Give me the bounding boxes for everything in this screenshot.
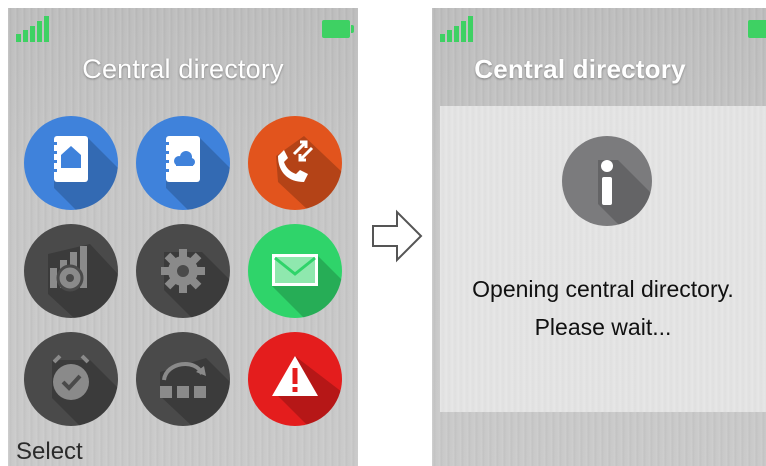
info-icon bbox=[562, 136, 652, 226]
softkey-select[interactable]: Select bbox=[16, 438, 83, 466]
loading-dialog: Opening central directory. Please wait..… bbox=[440, 106, 766, 412]
phone-screen-menu: Central directory Select bbox=[8, 8, 358, 466]
app-messages[interactable] bbox=[248, 224, 342, 318]
phonebook-cloud-icon bbox=[164, 136, 230, 210]
signal-strength-icon bbox=[16, 16, 49, 42]
app-grid bbox=[8, 112, 358, 426]
battery-icon bbox=[322, 20, 354, 38]
app-alerts[interactable] bbox=[248, 332, 342, 426]
warning-triangle-icon bbox=[272, 356, 342, 426]
signal-gear-icon bbox=[48, 244, 118, 318]
signal-strength-icon bbox=[440, 16, 473, 42]
app-settings[interactable] bbox=[136, 224, 230, 318]
alarm-clock-check-icon bbox=[52, 354, 118, 426]
battery-icon bbox=[748, 20, 766, 38]
screen-title: Central directory bbox=[82, 54, 284, 84]
app-alarm[interactable] bbox=[24, 332, 118, 426]
app-connections[interactable] bbox=[24, 224, 118, 318]
dialog-message-line-1: Opening central directory. bbox=[472, 276, 734, 302]
app-central-directory[interactable] bbox=[136, 116, 230, 210]
right-arrow-icon bbox=[372, 209, 423, 263]
envelope-icon bbox=[272, 254, 342, 318]
app-call-list[interactable] bbox=[248, 116, 342, 210]
dialog-message-line-2: Please wait... bbox=[534, 314, 672, 340]
rotate-squares-icon bbox=[160, 358, 230, 426]
screen-title: Central directory bbox=[474, 54, 686, 84]
call-arrows-icon bbox=[276, 136, 342, 210]
gear-icon bbox=[161, 249, 230, 318]
phone-screen-loading: Central directory Opening central direct… bbox=[432, 8, 766, 466]
app-local-phonebook[interactable] bbox=[24, 116, 118, 210]
app-profiles[interactable] bbox=[136, 332, 230, 426]
phonebook-house-icon bbox=[52, 136, 118, 210]
